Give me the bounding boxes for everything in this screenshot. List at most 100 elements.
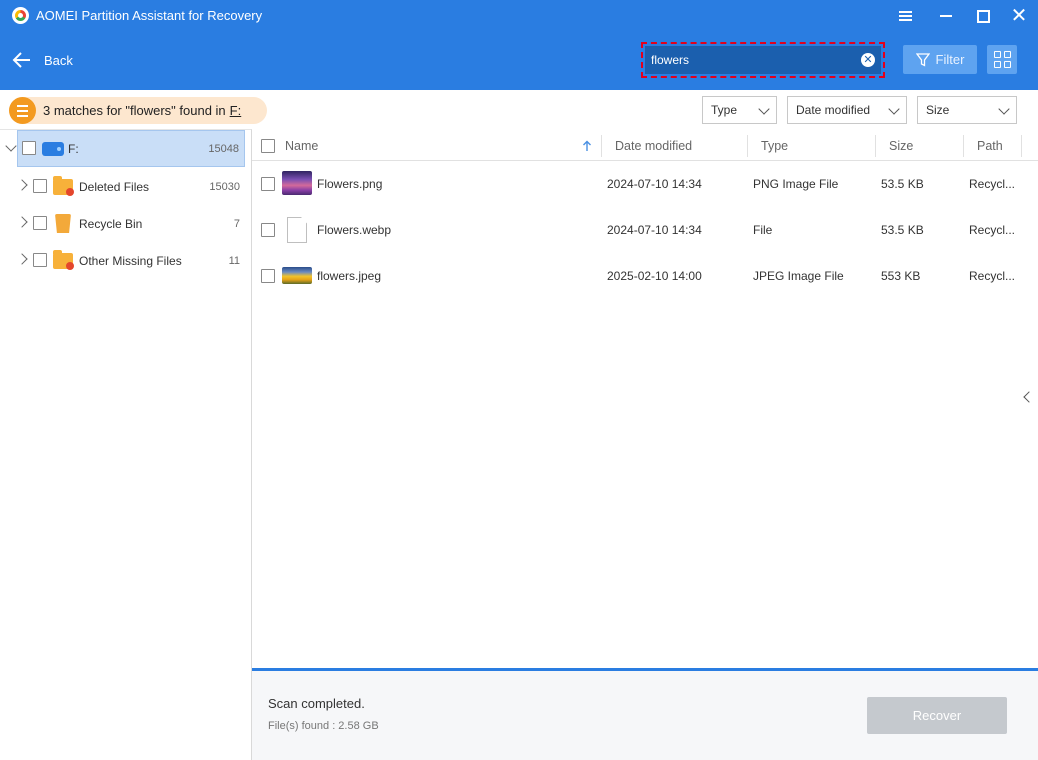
app-header: AOMEI Partition Assistant for Recovery ✕… [0,0,1038,90]
list-icon [9,97,36,124]
panel-collapse-chevron-icon[interactable] [1023,391,1035,403]
image-thumbnail-icon [282,171,312,195]
tree-label: F: [68,142,79,156]
file-name: flowers.jpeg [317,269,382,283]
table-row[interactable]: Flowers.png 2024-07-10 14:34 PNG Image F… [252,161,1022,207]
filter-label: Filter [935,52,965,67]
expand-chevron-icon[interactable] [16,179,28,191]
tree-item-drive[interactable]: F: 15048 [17,130,245,167]
search-input[interactable] [651,53,861,67]
tree-count: 15030 [209,181,240,193]
files-found-text: File(s) found : 2.58 GB [268,720,379,732]
collapse-chevron-icon[interactable] [5,140,17,152]
file-path: Recycl... [969,223,1016,237]
results-summary: 3 matches for "flowers" found in F: [9,97,267,124]
chevron-down-icon [758,103,770,115]
clear-search-icon[interactable]: ✕ [861,53,875,67]
tree-item-recycle-bin[interactable]: Recycle Bin 7 [0,204,251,241]
sort-ascending-icon [583,140,591,151]
window-title: AOMEI Partition Assistant for Recovery [36,8,263,23]
tree-item-other-missing-files[interactable]: Other Missing Files 11 [0,241,251,278]
date-filter-label: Date modified [796,103,871,117]
back-label: Back [44,52,73,68]
expand-chevron-icon[interactable] [16,253,28,265]
app-logo-icon [12,7,29,24]
search-box: ✕ [641,42,885,78]
recycle-bin-icon [55,214,71,233]
grid-view-icon[interactable] [987,45,1017,74]
file-size: 53.5 KB [881,177,924,191]
table-row[interactable]: Flowers.webp 2024-07-10 14:34 File 53.5 … [252,207,1022,253]
drive-icon [42,142,64,156]
tree-count: 15048 [208,143,239,155]
title-bar: AOMEI Partition Assistant for Recovery ✕ [0,0,1038,32]
maximize-icon[interactable] [971,4,995,28]
row-checkbox[interactable] [261,177,275,191]
file-size: 553 KB [881,269,921,283]
column-name-header[interactable]: Name [285,131,318,161]
column-divider [601,135,602,157]
recover-button[interactable]: Recover [867,697,1007,734]
minimize-icon[interactable] [934,4,958,28]
type-filter-label: Type [711,103,738,117]
chevron-down-icon [998,103,1010,115]
column-divider [963,135,964,157]
results-drive-link[interactable]: F: [230,103,242,118]
file-date: 2024-07-10 14:34 [607,223,702,237]
tree-item-deleted-files[interactable]: Deleted Files 15030 [0,167,251,204]
file-date: 2024-07-10 14:34 [607,177,702,191]
tree-count: 7 [233,218,240,230]
table-row[interactable]: flowers.jpeg 2025-02-10 14:00 JPEG Image… [252,253,1022,299]
file-type: PNG Image File [753,177,839,191]
file-path: Recycl... [969,269,1016,283]
date-filter-dropdown[interactable]: Date modified [787,96,907,124]
file-date: 2025-02-10 14:00 [607,269,702,283]
tree-checkbox[interactable] [33,216,47,230]
image-thumbnail-icon [282,267,312,284]
column-size-header[interactable]: Size [889,131,913,161]
filter-button[interactable]: Filter [903,45,977,74]
file-size: 53.5 KB [881,223,924,237]
column-type-header[interactable]: Type [761,131,788,161]
menu-icon[interactable] [893,4,917,28]
tree-label: Deleted Files [79,180,150,194]
select-all-checkbox[interactable] [261,139,275,153]
row-checkbox[interactable] [261,269,275,283]
back-arrow-icon [12,52,30,68]
filter-icon [915,52,930,67]
status-panel: Scan completed. File(s) found : 2.58 GB … [252,671,1038,760]
tree-count: 11 [228,255,240,267]
column-divider [875,135,876,157]
folder-deleted-icon [53,176,74,196]
scan-status: Scan completed. [268,696,365,711]
folder-tree: F: 15048 Deleted Files 15030 Recycle Bin… [0,129,252,760]
file-type: JPEG Image File [753,269,844,283]
tree-checkbox[interactable] [22,141,36,155]
tree-label: Other Missing Files [79,254,182,268]
row-checkbox[interactable] [261,223,275,237]
column-divider [747,135,748,157]
results-summary-text: 3 matches for "flowers" found in [43,103,226,118]
type-filter-dropdown[interactable]: Type [702,96,777,124]
column-date-header[interactable]: Date modified [615,131,692,161]
file-name: Flowers.png [317,177,383,191]
tree-checkbox[interactable] [33,253,47,267]
file-table-header: Name Date modified Type Size Path [252,131,1038,161]
size-filter-dropdown[interactable]: Size [917,96,1017,124]
column-path-header[interactable]: Path [977,131,1003,161]
chevron-down-icon [888,103,900,115]
size-filter-label: Size [926,103,950,117]
generic-file-icon [287,217,307,243]
file-type: File [753,223,773,237]
column-divider [1021,135,1022,157]
close-icon[interactable]: ✕ [1007,4,1031,28]
file-name: Flowers.webp [317,223,392,237]
back-button[interactable]: Back [12,49,73,71]
tree-label: Recycle Bin [79,217,143,231]
folder-missing-icon [53,250,74,270]
results-text-wrapper: 3 matches for "flowers" found in F: [43,103,241,118]
expand-chevron-icon[interactable] [16,216,28,228]
tree-checkbox[interactable] [33,179,47,193]
search-field-wrapper: ✕ [645,46,881,74]
file-path: Recycl... [969,177,1016,191]
